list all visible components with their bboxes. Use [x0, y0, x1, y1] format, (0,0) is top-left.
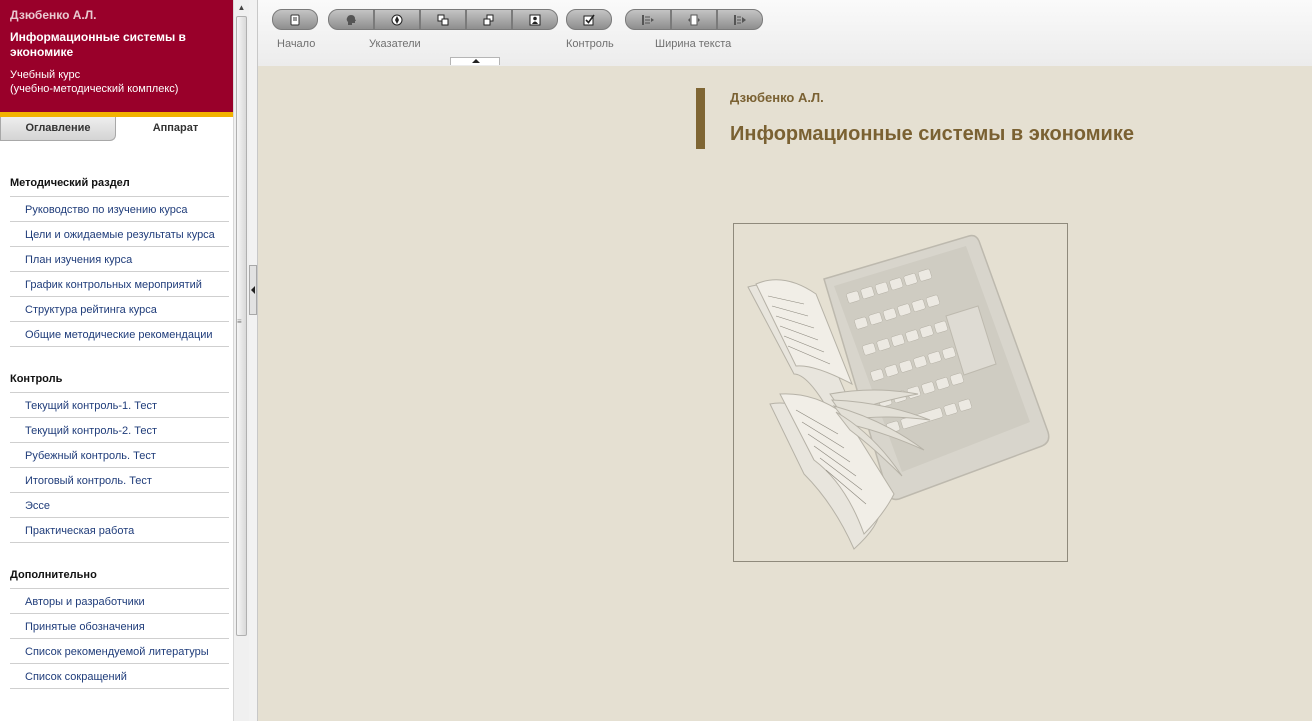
nav-list-additional: Авторы и разработчики Принятые обозначен…	[0, 588, 233, 689]
collapse-sidebar-handle[interactable]	[249, 265, 257, 315]
nav-item[interactable]: Эссе	[10, 493, 229, 518]
nav-item[interactable]: Руководство по изучению курса	[10, 196, 229, 222]
course-header: Дзюбенко А.Л. Информационные системы в э…	[0, 0, 233, 112]
nav-item[interactable]: График контрольных мероприятий	[10, 272, 229, 297]
content-author: Дзюбенко А.Л.	[730, 90, 824, 105]
header-course-subtitle: Учебный курс (учебно-методический компле…	[10, 69, 179, 95]
pointer-button-3[interactable]	[420, 9, 466, 30]
scroll-up-arrow-icon[interactable]: ▲	[234, 0, 249, 16]
narrow-text-icon	[642, 14, 654, 25]
head-icon	[346, 14, 356, 25]
copy-icon	[437, 14, 449, 25]
home-button[interactable]	[272, 9, 318, 30]
pointers-button-group	[328, 9, 558, 30]
person-icon	[529, 14, 541, 25]
title-accent-bar	[696, 88, 705, 149]
cover-image	[733, 223, 1068, 562]
nav-item[interactable]: Список сокращений	[10, 664, 229, 689]
nav-item[interactable]: Текущий контроль-1. Тест	[10, 392, 229, 418]
nav-list-methodical: Руководство по изучению курса Цели и ожи…	[0, 196, 233, 347]
control-button-group	[566, 9, 612, 30]
sidebar-scrollbar[interactable]: ▲ ≡	[233, 0, 249, 721]
nav-item[interactable]: Принятые обозначения	[10, 614, 229, 639]
nav-item[interactable]: План изучения курса	[10, 247, 229, 272]
wide-text-icon	[734, 14, 746, 25]
pointers-label: Указатели	[369, 38, 421, 50]
text-width-narrow-button[interactable]	[625, 9, 671, 30]
header-author: Дзюбенко А.Л.	[10, 8, 97, 22]
scroll-grip-icon: ≡	[237, 317, 242, 326]
content-area: Дзюбенко А.Л. Информационные системы в э…	[258, 66, 1312, 721]
nav-item[interactable]: Структура рейтинга курса	[10, 297, 229, 322]
nav-item[interactable]: Рубежный контроль. Тест	[10, 443, 229, 468]
pointer-button-2[interactable]	[374, 9, 420, 30]
page-icon	[290, 14, 300, 25]
book-laptop-illustration	[747, 234, 1050, 550]
nav-item[interactable]: Авторы и разработчики	[10, 588, 229, 614]
panel-splitter[interactable]	[249, 0, 258, 721]
nav-item[interactable]: Текущий контроль-2. Тест	[10, 418, 229, 443]
control-button[interactable]	[566, 9, 612, 30]
checkbox-icon	[583, 14, 595, 25]
duplicate-icon	[483, 14, 494, 25]
compass-icon	[391, 14, 403, 25]
text-width-label: Ширина текста	[655, 38, 732, 50]
pointers-dropdown-indicator[interactable]	[450, 57, 500, 65]
text-width-button-group	[625, 9, 763, 30]
section-title-additional: Дополнительно	[10, 569, 97, 581]
pointer-button-5[interactable]	[512, 9, 558, 30]
home-button-group	[272, 9, 318, 30]
sidebar-tabs: Оглавление Аппарат	[0, 117, 233, 143]
header-course-title: Информационные системы в экономике	[10, 30, 186, 59]
text-width-wide-button[interactable]	[717, 9, 763, 30]
pointer-button-1[interactable]	[328, 9, 374, 30]
sidebar: Дзюбенко А.Л. Информационные системы в э…	[0, 0, 233, 721]
toolbar: Начало Указатели Контроль Ширина текста	[258, 0, 1312, 66]
medium-text-icon	[688, 14, 700, 25]
tab-contents[interactable]: Оглавление	[0, 117, 116, 141]
control-label: Контроль	[566, 38, 614, 50]
section-title-control: Контроль	[10, 373, 63, 385]
nav-item[interactable]: Список рекомендуемой литературы	[10, 639, 229, 664]
nav-item[interactable]: Цели и ожидаемые результаты курса	[10, 222, 229, 247]
nav-item[interactable]: Общие методические рекомендации	[10, 322, 229, 347]
text-width-medium-button[interactable]	[671, 9, 717, 30]
content-title: Информационные системы в экономике	[730, 123, 1134, 145]
nav-item[interactable]: Практическая работа	[10, 518, 229, 543]
nav-item[interactable]: Итоговый контроль. Тест	[10, 468, 229, 493]
sidebar-navigation: Методический раздел Руководство по изуче…	[0, 143, 233, 689]
nav-list-control: Текущий контроль-1. Тест Текущий контрол…	[0, 392, 233, 543]
section-title-methodical: Методический раздел	[10, 177, 130, 189]
home-label: Начало	[277, 38, 316, 50]
scrollbar-thumb[interactable]	[236, 16, 247, 636]
pointer-button-4[interactable]	[466, 9, 512, 30]
tab-apparatus[interactable]: Аппарат	[118, 117, 233, 141]
